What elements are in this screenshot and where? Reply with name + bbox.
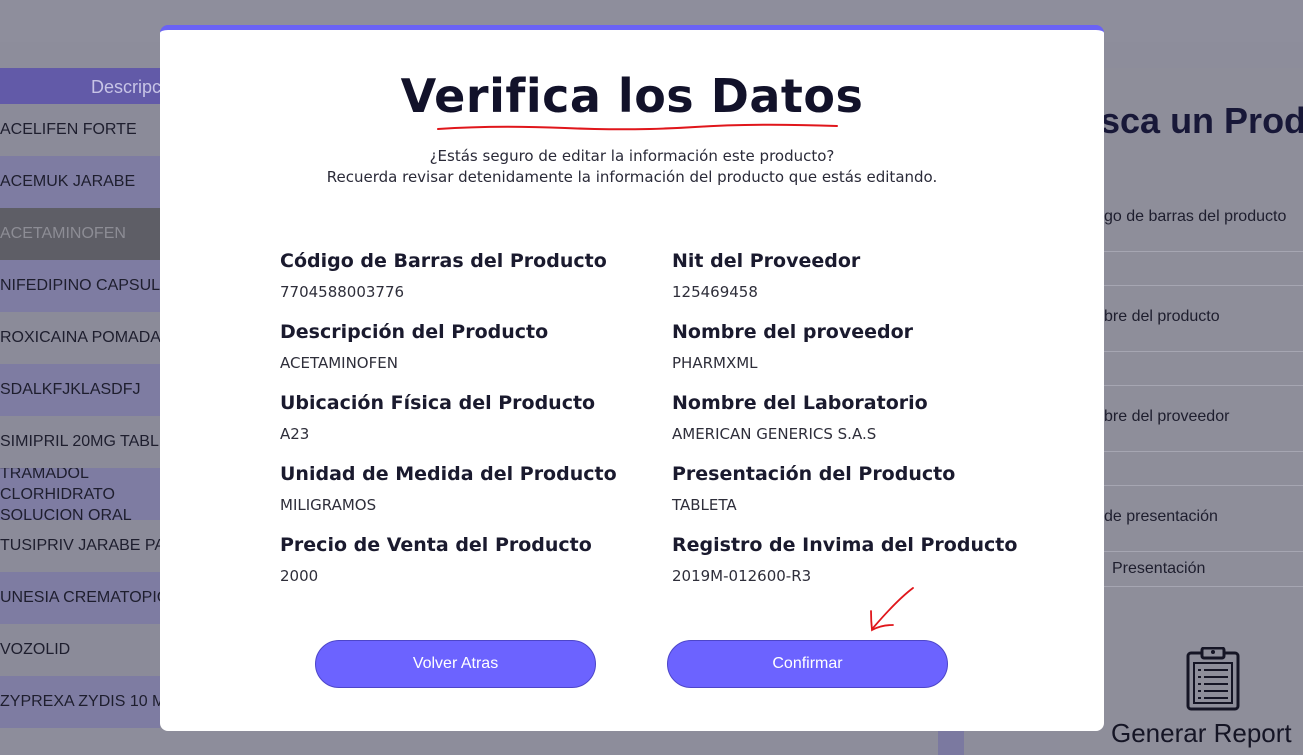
row-label: TUSIPRIV JARABE PARA	[0, 537, 160, 554]
table-row[interactable]: ZYPREXA ZYDIS 10 MG	[0, 676, 160, 728]
field-description: Descripción del Producto ACETAMINOFEN	[280, 321, 640, 372]
field-supplier-nit: Nit del Proveedor 125469458	[672, 250, 1032, 301]
row-label: NIFEDIPINO CAPSULAS	[0, 277, 160, 294]
barcode-input[interactable]	[1104, 252, 1303, 286]
presentation-select[interactable]: Presentación	[1112, 560, 1205, 578]
field-label: Presentación del Producto	[672, 463, 956, 485]
row-label: SDALKFJKLASDFJ	[0, 381, 141, 398]
back-button[interactable]: Volver Atras	[315, 640, 596, 688]
arrow-annotation-icon	[870, 587, 914, 632]
product-name-input[interactable]	[1104, 352, 1303, 386]
field-value: ACETAMINOFEN	[280, 354, 398, 372]
table-row[interactable]: ACEMUK JARABE	[0, 156, 160, 208]
table-row[interactable]: SDALKFJKLASDFJ	[0, 364, 160, 416]
barcode-label: go de barras del producto	[1104, 208, 1287, 225]
row-label: ZYPREXA ZYDIS 10 MG	[0, 693, 160, 710]
presentation-label: de presentación	[1104, 508, 1218, 525]
field-label: Nombre del proveedor	[672, 321, 914, 343]
table-row[interactable]: UNESIA CREMATOPICA	[0, 572, 160, 624]
row-label: VOZOLID	[0, 641, 71, 658]
field-label: Unidad de Medida del Producto	[280, 463, 617, 485]
row-label: UNESIA CREMATOPICA	[0, 589, 160, 606]
table-row-selected[interactable]: ACETAMINOFEN	[0, 208, 160, 260]
row-label: TRAMADOL CLORHIDRATO SOLUCION ORAL	[0, 468, 132, 520]
table-row[interactable]: ROXICAINA POMADA	[0, 312, 160, 364]
title-underline-annotation	[437, 123, 838, 131]
row-label: ACETAMINOFEN	[0, 225, 126, 242]
table-row[interactable]: TUSIPRIV JARABE PARA	[0, 520, 160, 572]
field-invima: Registro de Invima del Producto 2019M-01…	[672, 534, 1032, 585]
scrollbar-fragment	[938, 731, 964, 755]
verify-data-modal: Verifica los Datos ¿Estás seguro de edit…	[160, 25, 1104, 731]
field-value: AMERICAN GENERICS S.A.S	[672, 425, 877, 443]
field-label: Descripción del Producto	[280, 321, 549, 343]
divider	[1104, 586, 1303, 587]
modal-subtitle: ¿Estás seguro de editar la información e…	[160, 146, 1104, 188]
field-label: Precio de Venta del Producto	[280, 534, 592, 556]
supplier-name-label: bre del proveedor	[1104, 408, 1230, 425]
confirm-button[interactable]: Confirmar	[667, 640, 948, 688]
search-panel-title: sca un Produ	[1100, 100, 1303, 141]
row-label: SIMIPRIL 20MG TABLETAS	[0, 433, 160, 450]
field-laboratory: Nombre del Laboratorio AMERICAN GENERICS…	[672, 392, 1032, 443]
table-row[interactable]: NIFEDIPINO CAPSULAS	[0, 260, 160, 312]
field-label: Código de Barras del Producto	[280, 250, 607, 272]
table-row[interactable]: VOZOLID	[0, 624, 160, 676]
field-value: MILIGRAMOS	[280, 496, 377, 514]
field-supplier-name: Nombre del proveedor PHARMXML	[672, 321, 1032, 372]
table-header-description: Descripción	[0, 68, 160, 104]
field-value: 2019M-012600-R3	[672, 567, 812, 585]
product-name-label: bre del producto	[1104, 308, 1220, 325]
field-value: PHARMXML	[672, 354, 758, 372]
field-label: Nit del Proveedor	[672, 250, 861, 272]
divider	[1104, 551, 1303, 552]
field-label: Nombre del Laboratorio	[672, 392, 928, 414]
row-label: ROXICAINA POMADA	[0, 329, 160, 346]
row-label: ACEMUK JARABE	[0, 173, 136, 190]
table-row[interactable]: ACELIFEN FORTE	[0, 104, 160, 156]
field-value: 2000	[280, 567, 319, 585]
field-barcode: Código de Barras del Producto 7704588003…	[280, 250, 640, 301]
table-row[interactable]: TRAMADOL CLORHIDRATO SOLUCION ORAL	[0, 468, 160, 520]
field-value: TABLETA	[672, 496, 737, 514]
subtitle-line: Recuerda revisar detenidamente la inform…	[326, 168, 938, 186]
field-price: Precio de Venta del Producto 2000	[280, 534, 640, 585]
product-table: Descripción ACELIFEN FORTE ACEMUK JARABE…	[0, 68, 160, 728]
supplier-name-input[interactable]	[1104, 452, 1303, 486]
field-label: Registro de Invima del Producto	[672, 534, 1018, 556]
subtitle-line: ¿Estás seguro de editar la información e…	[429, 147, 835, 165]
field-location: Ubicación Física del Producto A23	[280, 392, 640, 443]
field-presentation: Presentación del Producto TABLETA	[672, 463, 1032, 514]
field-value: A23	[280, 425, 310, 443]
generate-report-label[interactable]: Generar Report	[1111, 718, 1292, 749]
field-label: Ubicación Física del Producto	[280, 392, 596, 414]
field-value: 125469458	[672, 283, 758, 301]
field-unit: Unidad de Medida del Producto MILIGRAMOS	[280, 463, 640, 514]
clipboard-report-icon[interactable]	[1186, 647, 1240, 711]
modal-title: Verifica los Datos	[400, 69, 864, 123]
row-label: ACELIFEN FORTE	[0, 121, 137, 138]
table-row[interactable]: SIMIPRIL 20MG TABLETAS	[0, 416, 160, 468]
field-value: 7704588003776	[280, 283, 405, 301]
